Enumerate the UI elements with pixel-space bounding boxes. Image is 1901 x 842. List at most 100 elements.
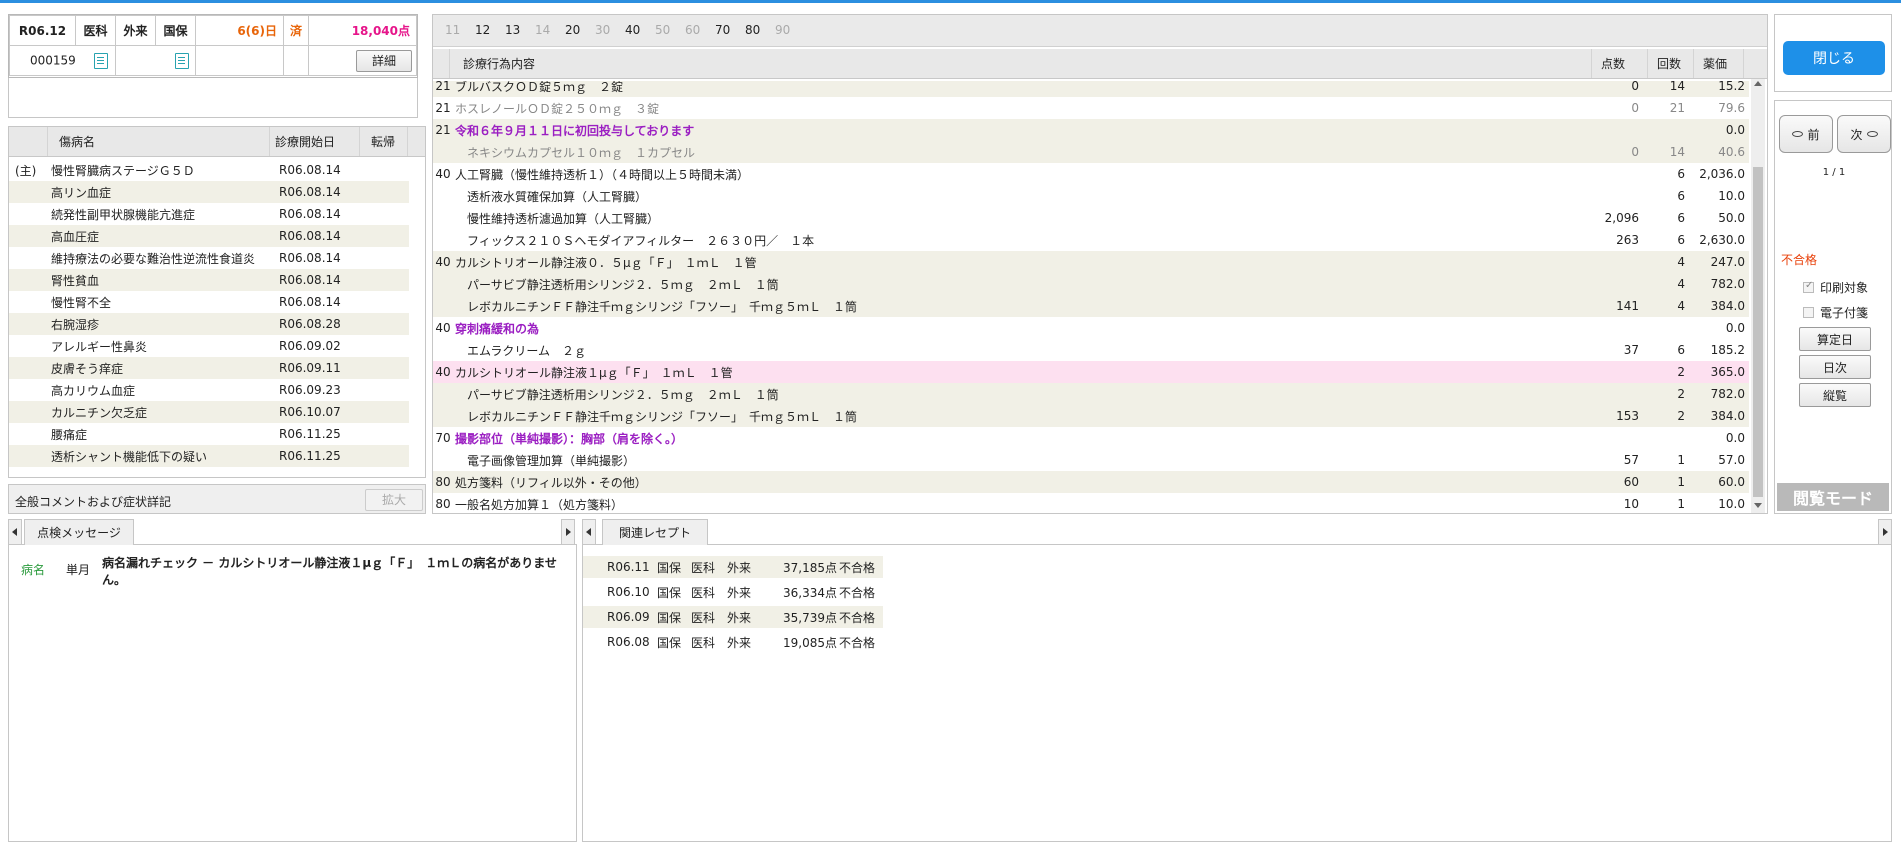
scroll-down-icon[interactable] [1754, 503, 1762, 508]
category-tab-12[interactable]: 12 [475, 23, 490, 37]
tab-scroll-left[interactable] [582, 519, 596, 545]
treatment-content: 処方箋料（リフィル以外・その他） [455, 475, 647, 490]
detail-button[interactable]: 詳細 [356, 49, 412, 72]
treatment-row[interactable]: 70 撮影部位（単純撮影）：胸部（肩を除く。） 0.0 [433, 427, 1749, 449]
disease-name: アレルギー性鼻炎 [51, 339, 148, 354]
tab-scroll-left[interactable] [8, 519, 22, 545]
close-button[interactable]: 閉じる [1783, 41, 1885, 75]
tab-scroll-right[interactable] [1878, 519, 1892, 545]
treatment-content: 慢性維持透析濾過加算（人工腎臓） [455, 211, 660, 226]
treatment-count: 4 [1677, 299, 1685, 313]
disease-row[interactable]: (主) 慢性腎臓病ステージＧ５Ｄ R06.08.14 [9, 159, 409, 181]
treatment-scrollbar[interactable] [1751, 79, 1765, 513]
check-tabbar: 点検メッセージ [8, 519, 577, 545]
tab-scroll-right[interactable] [561, 519, 575, 545]
treatment-code: 40 [435, 255, 451, 269]
treatment-row[interactable]: 40 穿刺痛緩和の為 0.0 [433, 317, 1749, 339]
prev-label: 前 [1807, 127, 1820, 142]
treatment-count: 4 [1677, 255, 1685, 269]
treatment-row[interactable]: ネキシウムカプセル１０ｍｇ １カプセル 0 14 40.6 [433, 141, 1749, 163]
expand-button[interactable]: 拡大 [365, 489, 423, 511]
treatment-row[interactable]: 電子画像管理加算（単純撮影） 57 1 57.0 [433, 449, 1749, 471]
category-tab-13[interactable]: 13 [505, 23, 520, 37]
treatment-count: 21 [1669, 101, 1685, 115]
related-receipt-row[interactable]: R06.09 国保 医科 外来 35,739点 不合格 [583, 606, 883, 628]
treatment-row[interactable]: パーサビブ静注透析用シリンジ２．５ｍｇ ２ｍＬ １筒 4 782.0 [433, 273, 1749, 295]
document-icon[interactable] [175, 52, 189, 69]
treatment-row[interactable]: 21 ブルバスクＯＤ錠５ｍｇ ２錠 0 14 15.2 [433, 81, 1749, 97]
disease-row[interactable]: 高カリウム血症 R06.09.23 [9, 379, 409, 401]
treatment-count: 1 [1677, 453, 1685, 467]
treatment-row[interactable]: レボカルニチンＦＦ静注千ｍｇシリンジ「フソー」 千ｍｇ５ｍＬ １筒 141 4 384… [433, 295, 1749, 317]
treatment-row[interactable]: 40 カルシトリオール静注液１μｇ「Ｆ」 １ｍＬ １管 2 365.0 [433, 361, 1749, 383]
disease-row[interactable]: 高血圧症 R06.08.14 [9, 225, 409, 247]
disease-start-date: R06.08.14 [279, 273, 341, 287]
related-receipt-row[interactable]: R06.11 国保 医科 外来 37,185点 不合格 [583, 556, 883, 578]
calc-date-button[interactable]: 算定日 [1799, 327, 1871, 351]
treatment-points: 57 [1623, 453, 1639, 467]
check-message-list: 病名 単月 病名漏れチェック － カルシトリオール静注液１μｇ「Ｆ」 １ｍＬの病… [8, 545, 577, 842]
disease-row[interactable]: 透析シャント機能低下の疑い R06.11.25 [9, 445, 409, 467]
receipt-date: R06.08 [607, 635, 650, 649]
disease-row[interactable]: 慢性腎不全 R06.08.14 [9, 291, 409, 313]
disease-outcome [365, 445, 405, 467]
treatment-row[interactable]: 透析液水質確保加算（人工腎臓） 6 10.0 [433, 185, 1749, 207]
disease-row[interactable]: 腎性貧血 R06.08.14 [9, 269, 409, 291]
treatment-points: 60 [1623, 475, 1639, 489]
disease-row[interactable]: 皮膚そう痒症 R06.09.11 [9, 357, 409, 379]
disease-row[interactable]: 維持療法の必要な難治性逆流性食道炎 R06.08.14 [9, 247, 409, 269]
treatment-row[interactable]: 慢性維持透析濾過加算（人工腎臓） 2,096 6 50.0 [433, 207, 1749, 229]
scroll-up-icon[interactable] [1754, 81, 1762, 86]
treatment-price: 2,630.0 [1699, 233, 1745, 247]
receipt-points: 37,185点 [783, 560, 837, 575]
treatment-row[interactable]: レボカルニチンＦＦ静注千ｍｇシリンジ「フソー」 千ｍｇ５ｍＬ １筒 153 2 384… [433, 405, 1749, 427]
treatment-count [1647, 317, 1689, 339]
checkbox-checked-icon[interactable] [1803, 280, 1814, 293]
treatment-row[interactable]: 80 処方箋料（リフィル以外・その他） 60 1 60.0 [433, 471, 1749, 493]
next-button[interactable]: 次 [1837, 115, 1891, 153]
attachment-checkbox[interactable]: 電子付箋 [1803, 304, 1868, 321]
treatment-row[interactable]: 80 一般名処方加算１（処方箋料） 10 1 10.0 [433, 493, 1749, 513]
checkbox-icon[interactable] [1803, 307, 1814, 318]
print-target-checkbox[interactable]: 印刷対象 [1803, 279, 1868, 296]
receipt-type: 医科 [691, 585, 716, 600]
category-tab-80[interactable]: 80 [745, 23, 760, 37]
total-points: 18,040点 [308, 15, 417, 46]
disease-row[interactable]: 続発性副甲状腺機能亢進症 R06.08.14 [9, 203, 409, 225]
disease-row[interactable]: 右腕湿疹 R06.08.28 [9, 313, 409, 335]
category-tab-40[interactable]: 40 [625, 23, 640, 37]
category-tabs: 11 12 13 14 20 30 40 50 60 70 80 90 [433, 15, 1767, 47]
daily-button[interactable]: 日次 [1799, 355, 1871, 379]
category-tab-70[interactable]: 70 [715, 23, 730, 37]
disease-row[interactable]: アレルギー性鼻炎 R06.09.02 [9, 335, 409, 357]
treatment-row[interactable]: フィックス２１０Ｓヘモダイアフィルター ２６３０円／ １本 263 6 2,630.0 [433, 229, 1749, 251]
treatment-code: 80 [435, 475, 451, 489]
tab-related-receipts[interactable]: 関連レセプト [602, 519, 708, 545]
treatment-row[interactable]: パーサビブ静注透析用シリンジ２．５ｍｇ ２ｍＬ １筒 2 782.0 [433, 383, 1749, 405]
eye-icon [1792, 131, 1804, 137]
tab-check-messages[interactable]: 点検メッセージ [24, 519, 134, 545]
disease-name: 慢性腎臓病ステージＧ５Ｄ [51, 163, 195, 178]
treatment-content: 令和６年９月１１日に初回投与しております [455, 123, 695, 138]
treatment-row[interactable]: エムラクリーム ２ｇ 37 6 185.2 [433, 339, 1749, 361]
treatment-points [1591, 273, 1643, 295]
disease-row[interactable]: 腰痛症 R06.11.25 [9, 423, 409, 445]
treatment-row[interactable]: 21 令和６年９月１１日に初回投与しております 0.0 [433, 119, 1749, 141]
treatment-row[interactable]: 40 人工腎臓（慢性維持透析１）（４時間以上５時間未満） 6 2,036.0 [433, 163, 1749, 185]
related-receipt-row[interactable]: R06.10 国保 医科 外来 36,334点 不合格 [583, 581, 883, 603]
receipt-points: 35,739点 [783, 610, 837, 625]
related-receipt-row[interactable]: R06.08 国保 医科 外来 19,085点 不合格 [583, 631, 883, 653]
disease-row[interactable]: カルニチン欠乏症 R06.10.07 [9, 401, 409, 423]
treatment-row[interactable]: 40 カルシトリオール静注液０．５μｇ「Ｆ」 １ｍＬ １管 4 247.0 [433, 251, 1749, 273]
disease-row[interactable]: 高リン血症 R06.08.14 [9, 181, 409, 203]
treatment-count: 14 [1669, 81, 1685, 93]
treatment-row[interactable]: 21 ホスレノールＯＤ錠２５０ｍｇ ３錠 0 21 79.6 [433, 97, 1749, 119]
scroll-thumb[interactable] [1753, 167, 1763, 497]
category-tab-20[interactable]: 20 [565, 23, 580, 37]
prev-button[interactable]: 前 [1779, 115, 1833, 153]
disease-start-date: R06.09.11 [279, 361, 341, 375]
overview-button[interactable]: 縦覧 [1799, 383, 1871, 407]
col-points: 点数 [1601, 57, 1626, 71]
document-icon[interactable] [93, 52, 108, 69]
treatment-code: 40 [435, 167, 451, 181]
